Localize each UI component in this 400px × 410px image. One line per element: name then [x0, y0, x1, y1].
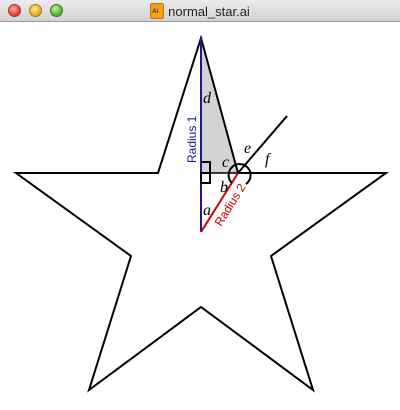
label-f: f [265, 151, 272, 168]
label-a: a [203, 202, 211, 219]
label-d: d [203, 90, 212, 107]
illustrator-file-icon [150, 3, 165, 19]
label-b: b [220, 179, 228, 196]
document-canvas[interactable]: d c e f b a Radius 1 Radius 2 [0, 22, 400, 410]
radius-1-label: Radius 1 [185, 115, 199, 163]
window-title: normal_star.ai [168, 3, 250, 19]
star-diagram: d c e f b a Radius 1 Radius 2 [12, 34, 390, 393]
title-bar[interactable]: normal_star.ai [0, 0, 400, 22]
label-c: c [222, 154, 229, 171]
label-e: e [244, 140, 251, 157]
title-group: normal_star.ai [0, 0, 400, 22]
app-window: normal_star.ai d c e f b a [0, 0, 400, 410]
